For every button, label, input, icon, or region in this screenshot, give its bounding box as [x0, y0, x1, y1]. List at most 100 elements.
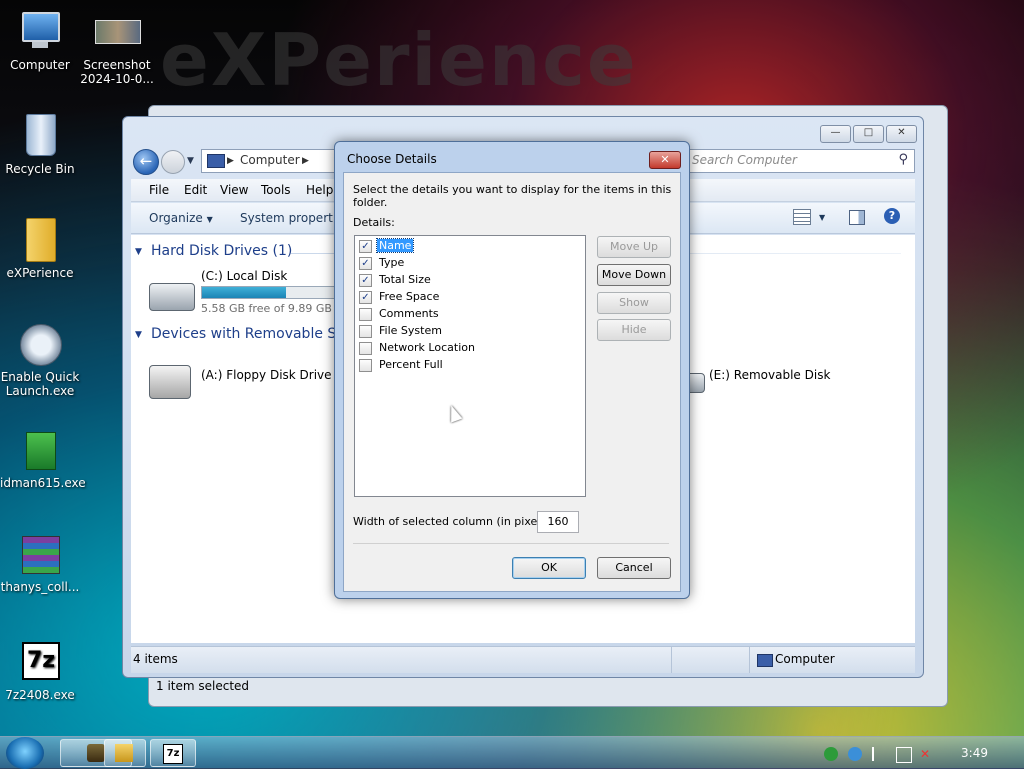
- desktop-icon-idman[interactable]: idman615.exe: [0, 428, 86, 490]
- group-removable-storage[interactable]: Devices with Removable Sto: [151, 326, 350, 342]
- collapse-arrow-icon[interactable]: ▼: [135, 247, 142, 257]
- menu-tools[interactable]: Tools: [261, 183, 291, 197]
- collapse-arrow-icon[interactable]: ▼: [135, 330, 142, 340]
- organize-label: Organize: [149, 211, 203, 225]
- close-button[interactable]: ✕: [886, 125, 917, 143]
- display-icon[interactable]: [896, 747, 912, 763]
- show-button[interactable]: Show: [597, 292, 671, 314]
- detail-item-label: Network Location: [379, 341, 475, 354]
- details-listbox[interactable]: ✓ Name ✓ Type ✓ Total Size ✓ Free Space Comm…: [354, 235, 586, 497]
- minimize-button[interactable]: —: [820, 125, 851, 143]
- desktop-icon-label: Recycle Bin: [5, 162, 75, 176]
- app-icon: [87, 744, 105, 762]
- column-width-input[interactable]: 160: [537, 511, 579, 533]
- desktop-icon-recycle-bin[interactable]: Recycle Bin: [0, 114, 80, 176]
- recycle-bin-icon: [18, 114, 62, 158]
- drive-a-name[interactable]: (A:) Floppy Disk Drive: [201, 368, 332, 382]
- floppy-disk-icon: [149, 365, 191, 399]
- status-divider: [749, 647, 750, 673]
- desktop-icon-label: thanys_coll...: [0, 580, 80, 594]
- start-button[interactable]: [6, 737, 44, 769]
- move-down-button[interactable]: Move Down: [597, 264, 671, 286]
- search-icon[interactable]: ⚲: [898, 152, 908, 167]
- forward-arrow-icon[interactable]: [161, 150, 185, 174]
- status-divider: [671, 647, 672, 673]
- hide-button[interactable]: Hide: [597, 319, 671, 341]
- window-controls: — □ ✕: [820, 125, 917, 143]
- security-icon[interactable]: [848, 747, 862, 761]
- move-up-button[interactable]: Move Up: [597, 236, 671, 258]
- checkbox-unchecked[interactable]: [359, 342, 372, 355]
- detail-item-label: Comments: [379, 307, 439, 320]
- checkbox-checked[interactable]: ✓: [359, 274, 372, 287]
- desktop-icon-quick-launch[interactable]: Enable Quick Launch.exe: [0, 322, 80, 398]
- drive-c-name[interactable]: (C:) Local Disk: [201, 269, 287, 283]
- quick-launch-icon: [18, 322, 62, 366]
- back-arrow-icon[interactable]: ←: [133, 149, 159, 175]
- back-window-status: 1 item selected: [156, 679, 250, 693]
- menu-view[interactable]: View: [220, 183, 248, 197]
- chevron-down-icon: ▼: [206, 215, 213, 224]
- help-icon[interactable]: ?: [884, 208, 900, 224]
- desktop-icon-screenshot[interactable]: Screenshot 2024-10-0...: [77, 10, 157, 86]
- status-item-count: 4 items: [133, 652, 178, 666]
- desktop-icon-label: Screenshot 2024-10-0...: [80, 58, 154, 86]
- taskbar-button-7zip[interactable]: 7z: [150, 739, 196, 767]
- computer-icon: [207, 154, 225, 168]
- choose-details-dialog[interactable]: Choose Details ✕ Select the details you …: [334, 141, 690, 599]
- chevron-right-icon[interactable]: ▶: [227, 156, 234, 166]
- hard-disk-icon: [149, 283, 195, 311]
- search-input[interactable]: Search Computer ⚲: [681, 149, 915, 173]
- menu-edit[interactable]: Edit: [184, 183, 207, 197]
- preview-pane-icon[interactable]: [849, 210, 865, 225]
- desktop-icon-label: Computer: [10, 58, 70, 72]
- menu-help[interactable]: Help: [306, 183, 333, 197]
- checkbox-unchecked[interactable]: [359, 308, 372, 321]
- desktop-icon-archive[interactable]: thanys_coll...: [0, 532, 80, 594]
- 7zip-icon: 7z: [163, 744, 183, 764]
- detail-item-label: File System: [379, 324, 442, 337]
- dialog-close-button[interactable]: ✕: [649, 151, 681, 169]
- checkbox-checked[interactable]: ✓: [359, 240, 372, 253]
- menu-file[interactable]: File: [149, 183, 169, 197]
- status-bar: 4 items Computer: [131, 646, 915, 673]
- chevron-right-icon[interactable]: ▶: [302, 156, 309, 166]
- address-text: Computer: [240, 153, 300, 167]
- checkbox-unchecked[interactable]: [359, 325, 372, 338]
- desktop-icon-7zip[interactable]: 7z 7z2408.exe: [0, 640, 80, 702]
- detail-item-label: Name: [375, 238, 415, 253]
- recent-pages-dropdown-icon[interactable]: ▼: [187, 156, 194, 166]
- desktop-icon-label: 7z2408.exe: [5, 688, 75, 702]
- desktop-icon-label: Enable Quick Launch.exe: [0, 370, 80, 398]
- taskbar-button-explorer[interactable]: [104, 739, 146, 767]
- folder-icon: [18, 218, 62, 262]
- cancel-button[interactable]: Cancel: [597, 557, 671, 579]
- drive-c-free-space: 5.58 GB free of 9.89 GB: [201, 302, 332, 315]
- dialog-divider: [353, 543, 669, 544]
- change-view-icon[interactable]: [793, 209, 811, 225]
- taskbar-clock[interactable]: 3:49: [961, 746, 988, 760]
- flag-icon[interactable]: [872, 747, 888, 761]
- column-width-label: Width of selected column (in pixels):: [353, 515, 555, 528]
- desktop-icon-computer[interactable]: Computer: [0, 10, 80, 72]
- taskbar: 7z ✕ 3:49: [0, 736, 1024, 769]
- 7zip-icon: 7z: [18, 640, 62, 684]
- desktop-icon-experience[interactable]: eXPerience: [0, 218, 80, 280]
- maximize-button[interactable]: □: [853, 125, 884, 143]
- checkbox-checked[interactable]: ✓: [359, 291, 372, 304]
- checkbox-unchecked[interactable]: [359, 359, 372, 372]
- group-hard-disk-drives[interactable]: Hard Disk Drives (1): [151, 243, 292, 259]
- search-placeholder: Search Computer: [692, 153, 797, 167]
- organize-button[interactable]: Organize ▼: [149, 211, 213, 225]
- drive-e-name[interactable]: (E:) Removable Disk: [709, 368, 830, 382]
- volume-muted-icon[interactable]: ✕: [920, 747, 934, 761]
- network-icon[interactable]: [824, 747, 838, 761]
- ok-button[interactable]: OK: [512, 557, 586, 579]
- chevron-down-icon[interactable]: ▼: [819, 213, 825, 222]
- installer-icon: [18, 428, 62, 472]
- checkbox-checked[interactable]: ✓: [359, 257, 372, 270]
- dialog-description: Select the details you want to display f…: [353, 183, 672, 209]
- detail-item-label: Free Space: [379, 290, 440, 303]
- wallpaper-watermark: eXPerience: [160, 18, 638, 102]
- desktop-icon-label: eXPerience: [6, 266, 74, 280]
